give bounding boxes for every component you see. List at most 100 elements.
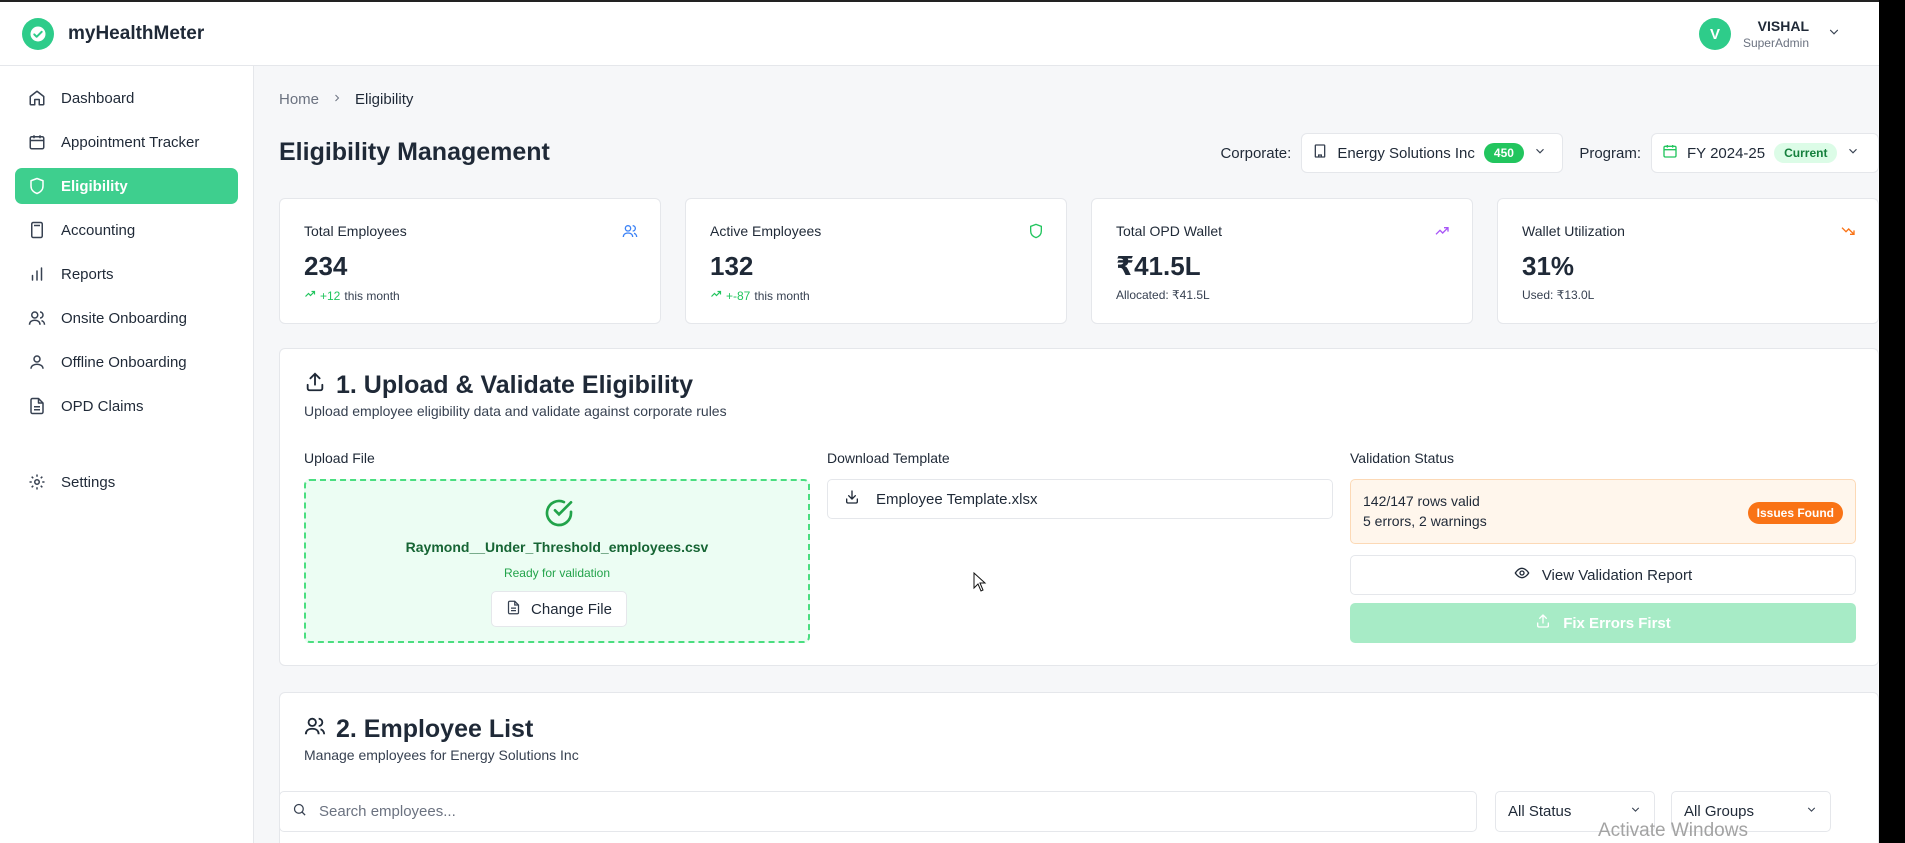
stat-note: Used: ₹13.0L [1522, 288, 1595, 302]
validation-status-label: Validation Status [1350, 450, 1455, 466]
sidebar-item-dashboard[interactable]: Dashboard [15, 80, 238, 116]
search-icon [292, 802, 307, 822]
user-name: VISHAL [1757, 18, 1809, 34]
sidebar-item-offline-onboarding[interactable]: Offline Onboarding [15, 344, 238, 380]
fix-errors-button[interactable]: Fix Errors First [1350, 603, 1856, 643]
users-icon [304, 715, 326, 744]
home-icon [27, 88, 47, 108]
sidebar: Dashboard Appointment Tracker Eligibilit… [0, 66, 254, 843]
sidebar-item-label: Onsite Onboarding [61, 309, 187, 327]
change-file-label: Change File [531, 600, 612, 618]
program-value: FY 2024-25 [1687, 144, 1766, 162]
screen-edge [1879, 0, 1905, 843]
chevron-down-icon [1629, 803, 1642, 820]
corporate-select[interactable]: Energy Solutions Inc 450 [1301, 133, 1564, 173]
shield-icon [1028, 223, 1044, 244]
stat-title: Active Employees [710, 223, 822, 239]
sidebar-item-reports[interactable]: Reports [15, 256, 238, 292]
search-input[interactable] [319, 803, 1459, 820]
breadcrumb: Home Eligibility [279, 91, 413, 108]
file-status: Ready for validation [503, 566, 611, 580]
download-template-label: Download Template [827, 450, 950, 466]
stat-value: 31% [1522, 251, 1575, 281]
stat-value: 234 [304, 251, 348, 281]
trending-up-icon [1434, 223, 1450, 244]
delta-value: +12 [320, 288, 341, 303]
delta-suffix: this month [344, 288, 400, 303]
delta-suffix: this month [754, 288, 810, 303]
stat-title: Total OPD Wallet [1116, 223, 1223, 239]
mouse-cursor-icon [973, 571, 987, 597]
program-select[interactable]: FY 2024-25 Current [1651, 133, 1879, 173]
stat-value: 132 [710, 251, 754, 281]
trending-up-icon [304, 288, 316, 303]
download-template-button[interactable]: Employee Template.xlsx [827, 479, 1333, 519]
file-icon [27, 396, 47, 416]
check-circle-icon [543, 497, 575, 534]
download-icon [844, 489, 860, 509]
issues-found-badge: Issues Found [1747, 502, 1843, 524]
view-validation-report-button[interactable]: View Validation Report [1350, 555, 1856, 595]
upload-icon [304, 371, 326, 400]
upload-file-label: Upload File [304, 450, 375, 466]
page-title: Eligibility Management [279, 138, 550, 166]
stat-delta: +12 this month [304, 288, 636, 303]
sidebar-item-eligibility[interactable]: Eligibility [15, 168, 238, 204]
stat-note: Allocated: ₹41.5L [1116, 288, 1210, 302]
sidebar-item-label: Accounting [61, 221, 136, 239]
avatar: V [1698, 18, 1731, 50]
check-circle-logo-icon [22, 18, 54, 50]
chevron-down-icon[interactable] [1827, 25, 1841, 44]
section-subtitle: Upload employee eligibility data and val… [304, 403, 727, 419]
program-label: Program: [1579, 144, 1641, 162]
calculator-icon [27, 220, 47, 240]
user-info: VISHAL SuperAdmin [1743, 18, 1809, 50]
users-icon [622, 223, 638, 244]
sidebar-item-label: OPD Claims [61, 397, 144, 415]
current-badge: Current [1774, 143, 1838, 163]
calendar-icon [27, 132, 47, 152]
uploaded-file-name: Raymond__Under_Threshold_employees.csv [405, 539, 709, 555]
sidebar-item-label: Appointment Tracker [61, 133, 200, 151]
sidebar-item-appointment-tracker[interactable]: Appointment Tracker [15, 124, 238, 160]
file-icon [506, 600, 521, 619]
activate-windows-watermark: Activate Windows [1598, 820, 1748, 841]
sidebar-item-accounting[interactable]: Accounting [15, 212, 238, 248]
sidebar-item-onsite-onboarding[interactable]: Onsite Onboarding [15, 300, 238, 336]
user-menu[interactable]: V VISHAL SuperAdmin [1698, 18, 1841, 50]
trending-down-icon [1840, 223, 1856, 244]
fix-errors-label: Fix Errors First [1563, 614, 1671, 632]
section-title: 1. Upload & Validate Eligibility [304, 371, 693, 400]
template-file-name: Employee Template.xlsx [876, 490, 1038, 508]
users-icon [27, 308, 47, 328]
chevron-down-icon [1805, 803, 1818, 820]
section-subtitle: Manage employees for Energy Solutions In… [304, 747, 579, 763]
calendar-icon [1662, 143, 1678, 163]
top-bar: myHealthMeter V VISHAL SuperAdmin [0, 0, 1879, 66]
user-icon [27, 352, 47, 372]
view-report-label: View Validation Report [1541, 566, 1693, 584]
stat-card-wallet-utilization: Wallet Utilization 31% Used: ₹13.0L [1497, 198, 1879, 324]
stat-title: Wallet Utilization [1522, 223, 1625, 239]
file-dropzone[interactable]: Raymond__Under_Threshold_employees.csv R… [304, 479, 810, 643]
validation-status-box: 142/147 rows valid 5 errors, 2 warnings … [1350, 479, 1856, 544]
breadcrumb-current: Eligibility [355, 91, 414, 108]
bar-chart-icon [27, 264, 47, 284]
breadcrumb-home[interactable]: Home [279, 91, 319, 108]
employee-search [279, 791, 1477, 832]
chevron-down-icon [1846, 144, 1860, 162]
upload-validate-panel: 1. Upload & Validate Eligibility Upload … [279, 348, 1879, 666]
stat-delta: +-87 this month [710, 288, 1042, 303]
filter-bar: Corporate: Energy Solutions Inc 450 Prog… [1220, 133, 1879, 173]
shield-icon [27, 176, 47, 196]
user-role: SuperAdmin [1742, 36, 1809, 50]
change-file-button[interactable]: Change File [491, 591, 627, 627]
sidebar-item-label: Offline Onboarding [61, 353, 187, 371]
sidebar-item-label: Dashboard [61, 89, 135, 107]
brand[interactable]: myHealthMeter [22, 18, 204, 50]
section-title: 2. Employee List [304, 715, 533, 744]
main-content: Home Eligibility Eligibility Management … [255, 66, 1879, 843]
sidebar-item-opd-claims[interactable]: OPD Claims [15, 388, 238, 424]
sidebar-item-settings[interactable]: Settings [15, 464, 238, 500]
stat-card-total-employees: Total Employees 234 +12 this month [279, 198, 661, 324]
